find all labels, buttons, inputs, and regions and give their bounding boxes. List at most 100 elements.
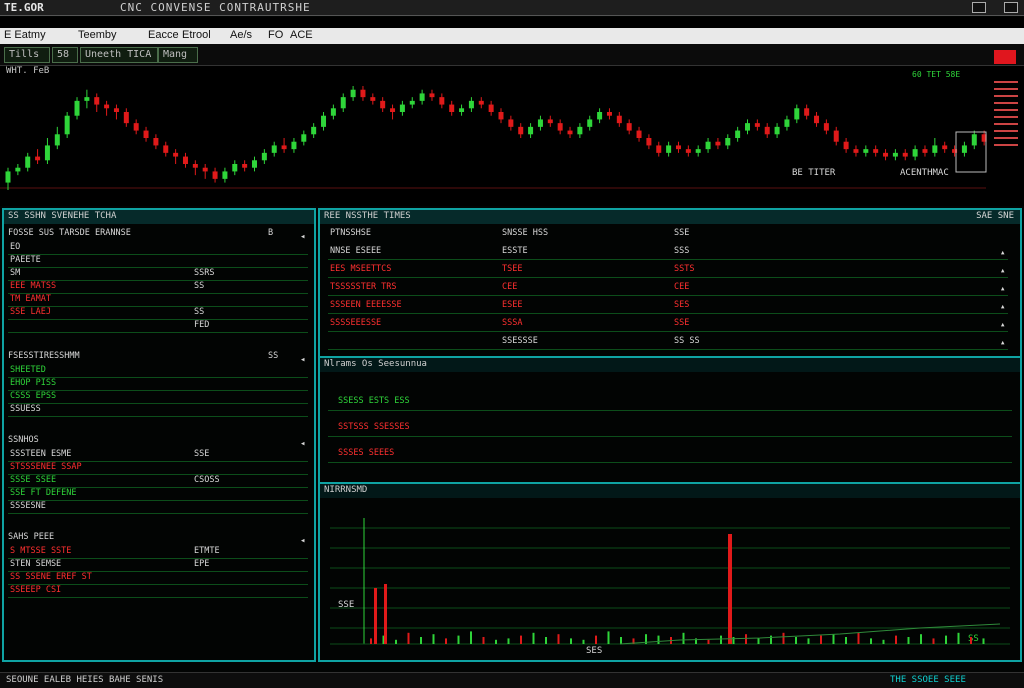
candle-body (922, 149, 928, 153)
volume-bar (532, 632, 535, 644)
minimize-button[interactable] (972, 2, 986, 13)
sort-arrow-icon[interactable]: ▴ (1000, 338, 1005, 348)
menu-item[interactable]: Etrool (182, 29, 211, 41)
volume-bar (557, 634, 560, 644)
left-section-value: SS (268, 351, 279, 361)
expand-arrow-icon[interactable]: ◂ (300, 355, 305, 365)
volume-bar (720, 635, 722, 644)
row-divider (8, 319, 308, 320)
volume-bar (445, 638, 447, 644)
candle-body (390, 108, 396, 112)
expand-arrow-icon[interactable]: ◂ (300, 232, 305, 242)
sort-arrow-icon[interactable]: ▴ (1000, 266, 1005, 276)
alert-flag[interactable] (994, 50, 1016, 64)
volume-spike (728, 534, 732, 644)
candle-body (971, 134, 977, 146)
price-chart[interactable]: WHT. FeB 60 TET 58E BE TITER ACENTHMAC (0, 50, 1024, 206)
chart-label: WHT. FeB (6, 66, 50, 76)
left-panel: SS SSHN SVENEHE TCHA FOSSE SUS TARSDE ER… (2, 208, 316, 662)
candle-body (133, 123, 139, 131)
candle-body (814, 115, 820, 124)
volume-bar (982, 638, 985, 644)
row-divider (8, 500, 308, 501)
volume-bar (795, 637, 797, 644)
volume-bar (757, 638, 760, 644)
candle-body (794, 108, 800, 120)
candle-body (932, 145, 938, 153)
sort-arrow-icon[interactable]: ▴ (1000, 320, 1005, 330)
quote-cell: SS SS (674, 336, 700, 346)
candle-body (853, 149, 859, 153)
candle-body (764, 126, 770, 135)
candle-body (833, 130, 839, 142)
row-divider (8, 267, 308, 268)
candle-body (873, 149, 879, 153)
candle-body (567, 130, 573, 135)
left-row-value: CSOSS (194, 475, 220, 485)
candle-body (774, 126, 780, 135)
left-row-label: TM EAMAT (10, 294, 51, 304)
row-divider (8, 597, 308, 598)
tab-tills[interactable]: Tills (4, 47, 50, 63)
tab-uneeth[interactable]: Uneeth TICA (80, 47, 158, 63)
candle-body (212, 171, 218, 179)
volume-bar (495, 639, 497, 644)
candle-body (902, 152, 908, 157)
sort-arrow-icon[interactable]: ▴ (1000, 284, 1005, 294)
news-item[interactable]: SSTSSS SSESSES (338, 422, 410, 434)
candle-body (685, 149, 691, 153)
menu-item[interactable]: Teemby (78, 29, 117, 41)
menu-item[interactable]: ACE (290, 29, 313, 41)
sort-arrow-icon[interactable]: ▴ (1000, 302, 1005, 312)
news-item[interactable]: SSESS ESTS ESS (338, 396, 410, 408)
volume-bar (520, 635, 522, 644)
candle-body (113, 108, 119, 112)
app-title: TE.GOR (4, 1, 44, 14)
row-divider (328, 349, 1008, 350)
row-divider (8, 513, 308, 514)
volume-bar (832, 634, 835, 644)
menu-item[interactable]: FO (268, 29, 283, 41)
candle-body (64, 115, 70, 135)
volume-bar (507, 638, 510, 644)
menu-item[interactable]: Ae/s (230, 29, 252, 41)
quote-cell: CEE (502, 282, 518, 292)
left-section-title: FSESSTIRESSHMM (8, 351, 80, 361)
candle-body (399, 104, 405, 112)
sort-arrow-icon[interactable]: ▴ (1000, 248, 1005, 258)
row-divider (328, 295, 1008, 296)
menu-item[interactable]: Eacce (148, 29, 179, 41)
left-row-label: SS SSENE EREF ST (10, 572, 92, 582)
tab-58[interactable]: 58 (52, 47, 78, 63)
news-panel: Nlrams Os Seesunnua SSESS ESTS ESS SSTSSS… (318, 356, 1022, 484)
expand-arrow-icon[interactable]: ◂ (300, 439, 305, 449)
volume-bar (682, 632, 685, 644)
candle-body (518, 126, 524, 135)
candle-body (232, 164, 238, 172)
left-row-label: PAEETE (10, 255, 41, 265)
tab-mang[interactable]: Mang (158, 47, 198, 63)
candle-body (192, 164, 198, 168)
candle-body (636, 130, 642, 138)
menu-item[interactable]: E Eatmy (4, 29, 46, 41)
volume-bar (582, 639, 585, 644)
status-bar: SEOUNE EALEB HEIES BAHE SENIS THE SSOEE … (0, 672, 1024, 688)
tab-strip: Tills 58 Uneeth TICA Mang (0, 44, 1024, 66)
candle-body (242, 164, 248, 168)
close-button[interactable] (1004, 2, 1018, 13)
candle-body (429, 93, 435, 98)
left-section-title: FOSSE SUS TARSDE ERANNSE (8, 228, 131, 238)
candle-body (695, 149, 701, 153)
candle-body (843, 141, 849, 150)
quote-cell: ESSTE (502, 246, 528, 256)
news-item[interactable]: SSSES SEEES (338, 448, 394, 460)
candle-body (528, 126, 534, 135)
row-divider (8, 306, 308, 307)
chart-readout-bottom: BE TITER (792, 168, 836, 178)
status-right: THE SSOEE SEEE (890, 675, 966, 685)
candle-body (301, 134, 307, 142)
expand-arrow-icon[interactable]: ◂ (300, 536, 305, 546)
volume-bar (895, 635, 897, 644)
candlestick-plot (0, 86, 987, 190)
left-row-label: CSSS EPSS (10, 391, 57, 401)
